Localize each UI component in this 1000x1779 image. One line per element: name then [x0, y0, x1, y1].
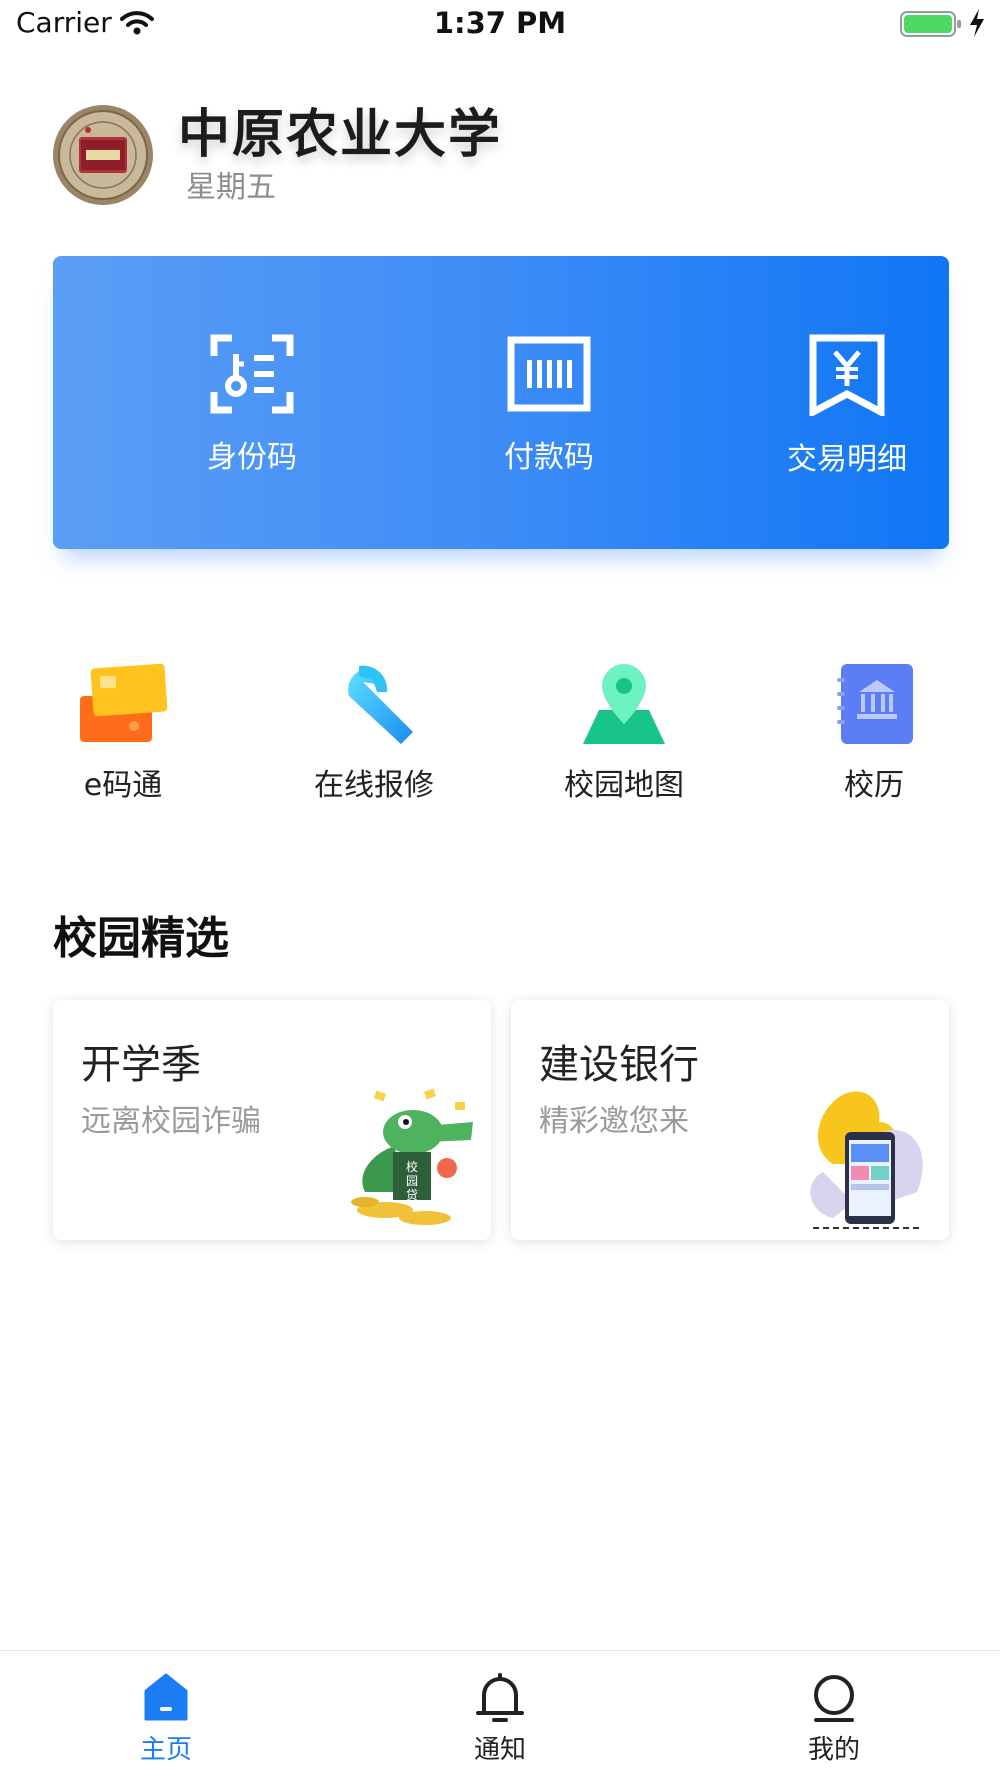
payment-code-button[interactable]: 付款码 [439, 334, 659, 476]
clock: 1:37 PM [433, 6, 567, 40]
app-e-code-label: e码通 [83, 768, 163, 803]
svg-text:贷: 贷 [406, 1188, 418, 1202]
app-repair-label: 在线报修 [314, 768, 434, 803]
map-pin-icon [583, 664, 665, 744]
svg-text:园: 园 [406, 1174, 418, 1188]
id-code-icon [210, 334, 294, 414]
app-campus-map[interactable]: 校园地图 [524, 662, 724, 804]
yuan-receipt-icon [809, 334, 885, 416]
transactions-button[interactable]: 交易明细 [737, 334, 957, 478]
promo-title: 开学季 [81, 1042, 201, 1088]
tab-home[interactable]: 主页 [66, 1673, 266, 1766]
transactions-label: 交易明细 [787, 442, 907, 477]
id-code-button[interactable]: 身份码 [142, 334, 362, 476]
promo-subtitle: 远离校园诈骗 [81, 1104, 261, 1139]
tab-notifications[interactable]: 通知 [400, 1673, 600, 1766]
section-title: 校园精选 [53, 913, 229, 964]
charging-icon [968, 8, 986, 42]
tab-notifications-label: 通知 [473, 1735, 526, 1765]
university-logo [52, 104, 154, 206]
app-calendar[interactable]: 校历 [774, 662, 974, 804]
app-repair[interactable]: 在线报修 [274, 662, 474, 804]
cards-icon [80, 663, 168, 742]
promo-card-back-to-school[interactable]: 开学季 远离校园诈骗 校 园 贷 [53, 1000, 491, 1240]
phone-illustration [793, 1082, 943, 1236]
id-code-label: 身份码 [207, 440, 297, 475]
home-icon [144, 1673, 188, 1721]
tab-home-label: 主页 [139, 1735, 192, 1765]
promo-card-ccb[interactable]: 建设银行 精彩邀您来 [511, 1000, 949, 1240]
crocodile-illustration: 校 园 贷 [335, 1082, 485, 1236]
wrench-icon [348, 665, 413, 744]
profile-icon [814, 1675, 854, 1722]
promo-subtitle: 精彩邀您来 [539, 1104, 689, 1139]
svg-text:校: 校 [406, 1159, 418, 1174]
promo-title: 建设银行 [539, 1042, 699, 1088]
tab-profile-label: 我的 [807, 1735, 860, 1765]
battery-icon [900, 10, 962, 42]
tab-bar: 主页 通知 我的 [0, 1650, 1000, 1779]
quick-code-card: 身份码 付款码 交易明细 [53, 256, 949, 549]
bell-icon [476, 1673, 524, 1722]
university-name: 中原农业大学 [178, 105, 503, 165]
weekday-label: 星期五 [186, 170, 276, 205]
payment-code-label: 付款码 [504, 440, 594, 475]
status-bar: Carrier 1:37 PM [0, 0, 1000, 50]
app-campus-map-label: 校园地图 [564, 768, 684, 803]
app-calendar-label: 校历 [844, 768, 904, 803]
tab-profile[interactable]: 我的 [734, 1673, 934, 1766]
barcode-icon [507, 336, 591, 412]
app-e-code[interactable]: e码通 [23, 662, 223, 804]
calendar-book-icon [837, 664, 913, 744]
